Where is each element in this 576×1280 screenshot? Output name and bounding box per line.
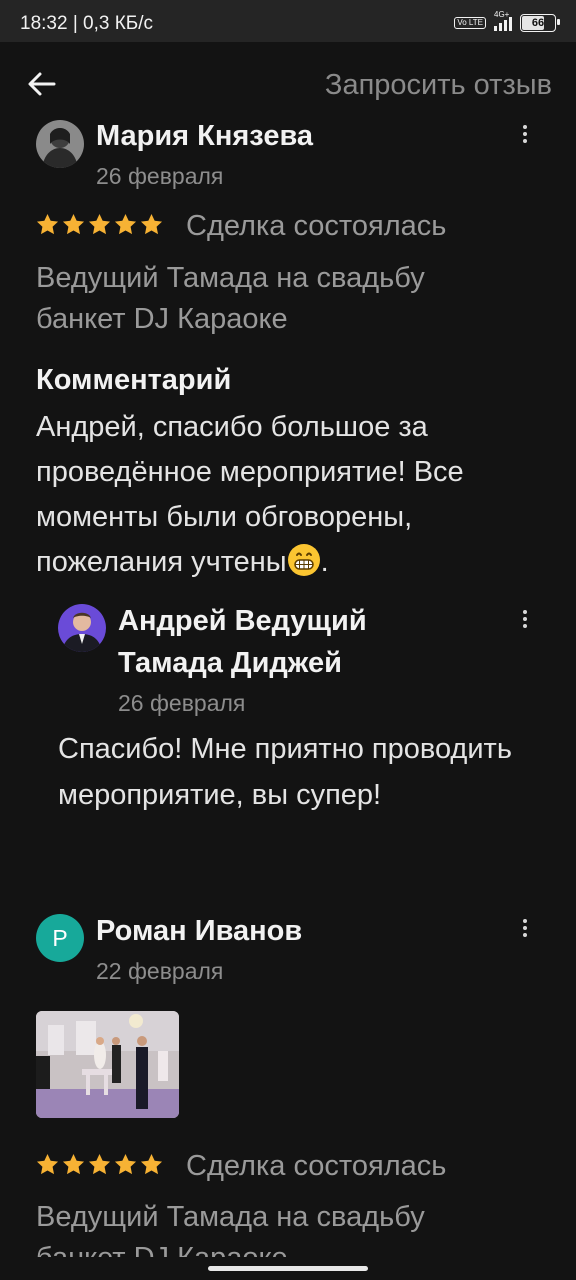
home-indicator[interactable]: [208, 1266, 368, 1271]
service-name: Ведущий Тамада на свадьбу банкет DJ Кара…: [36, 262, 425, 335]
reply-avatar[interactable]: [58, 604, 106, 652]
review-photo[interactable]: [36, 1011, 179, 1118]
arrow-left-icon[interactable]: [26, 68, 58, 100]
star-icon: [36, 213, 59, 235]
volte-icon: Vo LTE: [454, 17, 486, 29]
star-icon: [62, 213, 85, 235]
star-icon: [114, 213, 137, 235]
review-date: 22 февраля: [96, 958, 224, 984]
deal-status: Сделка состоялась: [186, 1150, 447, 1182]
star-icon: [62, 1153, 85, 1175]
star-icon: [36, 1153, 59, 1175]
status-time: 18:32 | 0,3 КБ/с: [20, 13, 154, 34]
avatar[interactable]: [36, 120, 84, 168]
star-icon: [88, 213, 111, 235]
battery-icon: 66: [520, 14, 560, 32]
request-review-button[interactable]: Запросить отзыв: [325, 69, 552, 102]
comment-body: Андрей, спасибо большое за проведённое м…: [36, 411, 464, 578]
reply-author: Андрей Ведущий Тамада Диджей: [118, 605, 367, 679]
more-options-icon[interactable]: [519, 608, 531, 632]
comment-text: Андрей, спасибо большое за проведённое м…: [36, 405, 556, 585]
avatar[interactable]: Р: [36, 914, 84, 962]
star-icon: [140, 1153, 163, 1175]
grinning-emoji-icon: [287, 544, 320, 576]
comment-heading: Комментарий: [36, 364, 232, 396]
top-bar: Запросить отзыв: [0, 42, 576, 124]
deal-status: Сделка состоялась: [186, 210, 447, 242]
rating-stars: [36, 213, 163, 236]
comment-end: .: [320, 546, 329, 578]
star-icon: [88, 1153, 111, 1175]
star-icon: [114, 1153, 137, 1175]
status-bar: 18:32 | 0,3 КБ/с Vo LTE 4G+ 66: [0, 0, 576, 42]
network-type: 4G+: [494, 10, 510, 19]
avatar-letter: Р: [52, 924, 68, 951]
review-author: Мария Князева: [96, 120, 314, 152]
signal-icon: 4G+: [494, 10, 512, 31]
more-options-icon[interactable]: [519, 123, 531, 147]
reply-text: Спасибо! Мне приятно проводить мероприят…: [58, 733, 512, 811]
rating-stars: [36, 1153, 163, 1176]
service-name: Ведущий Тамада на свадьбу банкет DJ Кара…: [36, 1201, 425, 1257]
reply-date: 26 февраля: [118, 690, 246, 716]
review-date: 26 февраля: [96, 163, 224, 189]
battery-level: 66: [531, 17, 545, 29]
star-icon: [140, 213, 163, 235]
more-options-icon[interactable]: [519, 917, 531, 941]
review-author: Роман Иванов: [96, 915, 303, 947]
